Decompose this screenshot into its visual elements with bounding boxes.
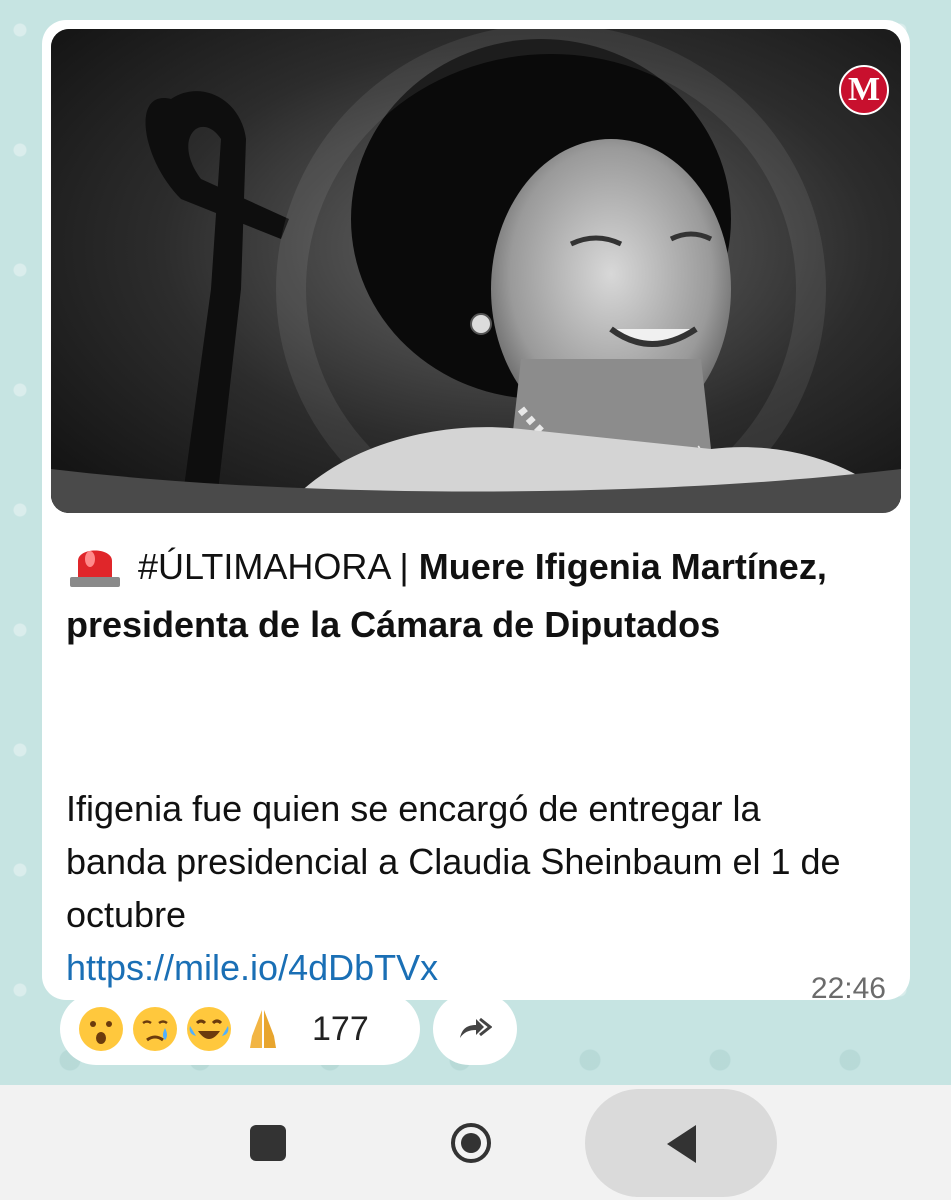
message-bubble[interactable]: M #ÚLTIMAHORA | Muere Ifigenia Martínez,… — [42, 20, 910, 1005]
milenio-logo: M — [839, 65, 889, 115]
hashtag-text[interactable]: #ÚLTIMAHORA — [138, 546, 389, 587]
back-triangle-icon[interactable] — [664, 1122, 698, 1166]
article-link[interactable]: https://mile.io/4dDbTVx — [66, 941, 866, 994]
reaction-count: 177 — [312, 1009, 369, 1048]
separator-text: | — [389, 546, 419, 587]
message-time: 22:46 — [810, 972, 886, 1005]
system-navigation-bar — [0, 1085, 951, 1200]
police-light-icon — [70, 550, 120, 587]
headline: #ÚLTIMAHORA | Muere Ifigenia Martínez, p… — [66, 538, 866, 654]
portrait-image — [51, 29, 901, 513]
forward-arrows-icon — [460, 1017, 492, 1038]
reactions-bar[interactable]: 177 — [60, 993, 420, 1065]
folded-hands-icon[interactable] — [240, 1006, 286, 1052]
recents-square-icon[interactable] — [250, 1125, 286, 1161]
body-text: Ifigenia fue quien se encargó de entrega… — [66, 788, 841, 935]
news-photo[interactable]: M — [51, 29, 901, 513]
message-body: Ifigenia fue quien se encargó de entrega… — [66, 782, 866, 994]
crying-face-icon[interactable] — [132, 1006, 178, 1052]
surprised-face-icon[interactable] — [78, 1006, 124, 1052]
home-circle-icon[interactable] — [450, 1122, 492, 1164]
forward-button[interactable] — [433, 993, 517, 1065]
tears-of-joy-face-icon[interactable] — [186, 1006, 232, 1052]
